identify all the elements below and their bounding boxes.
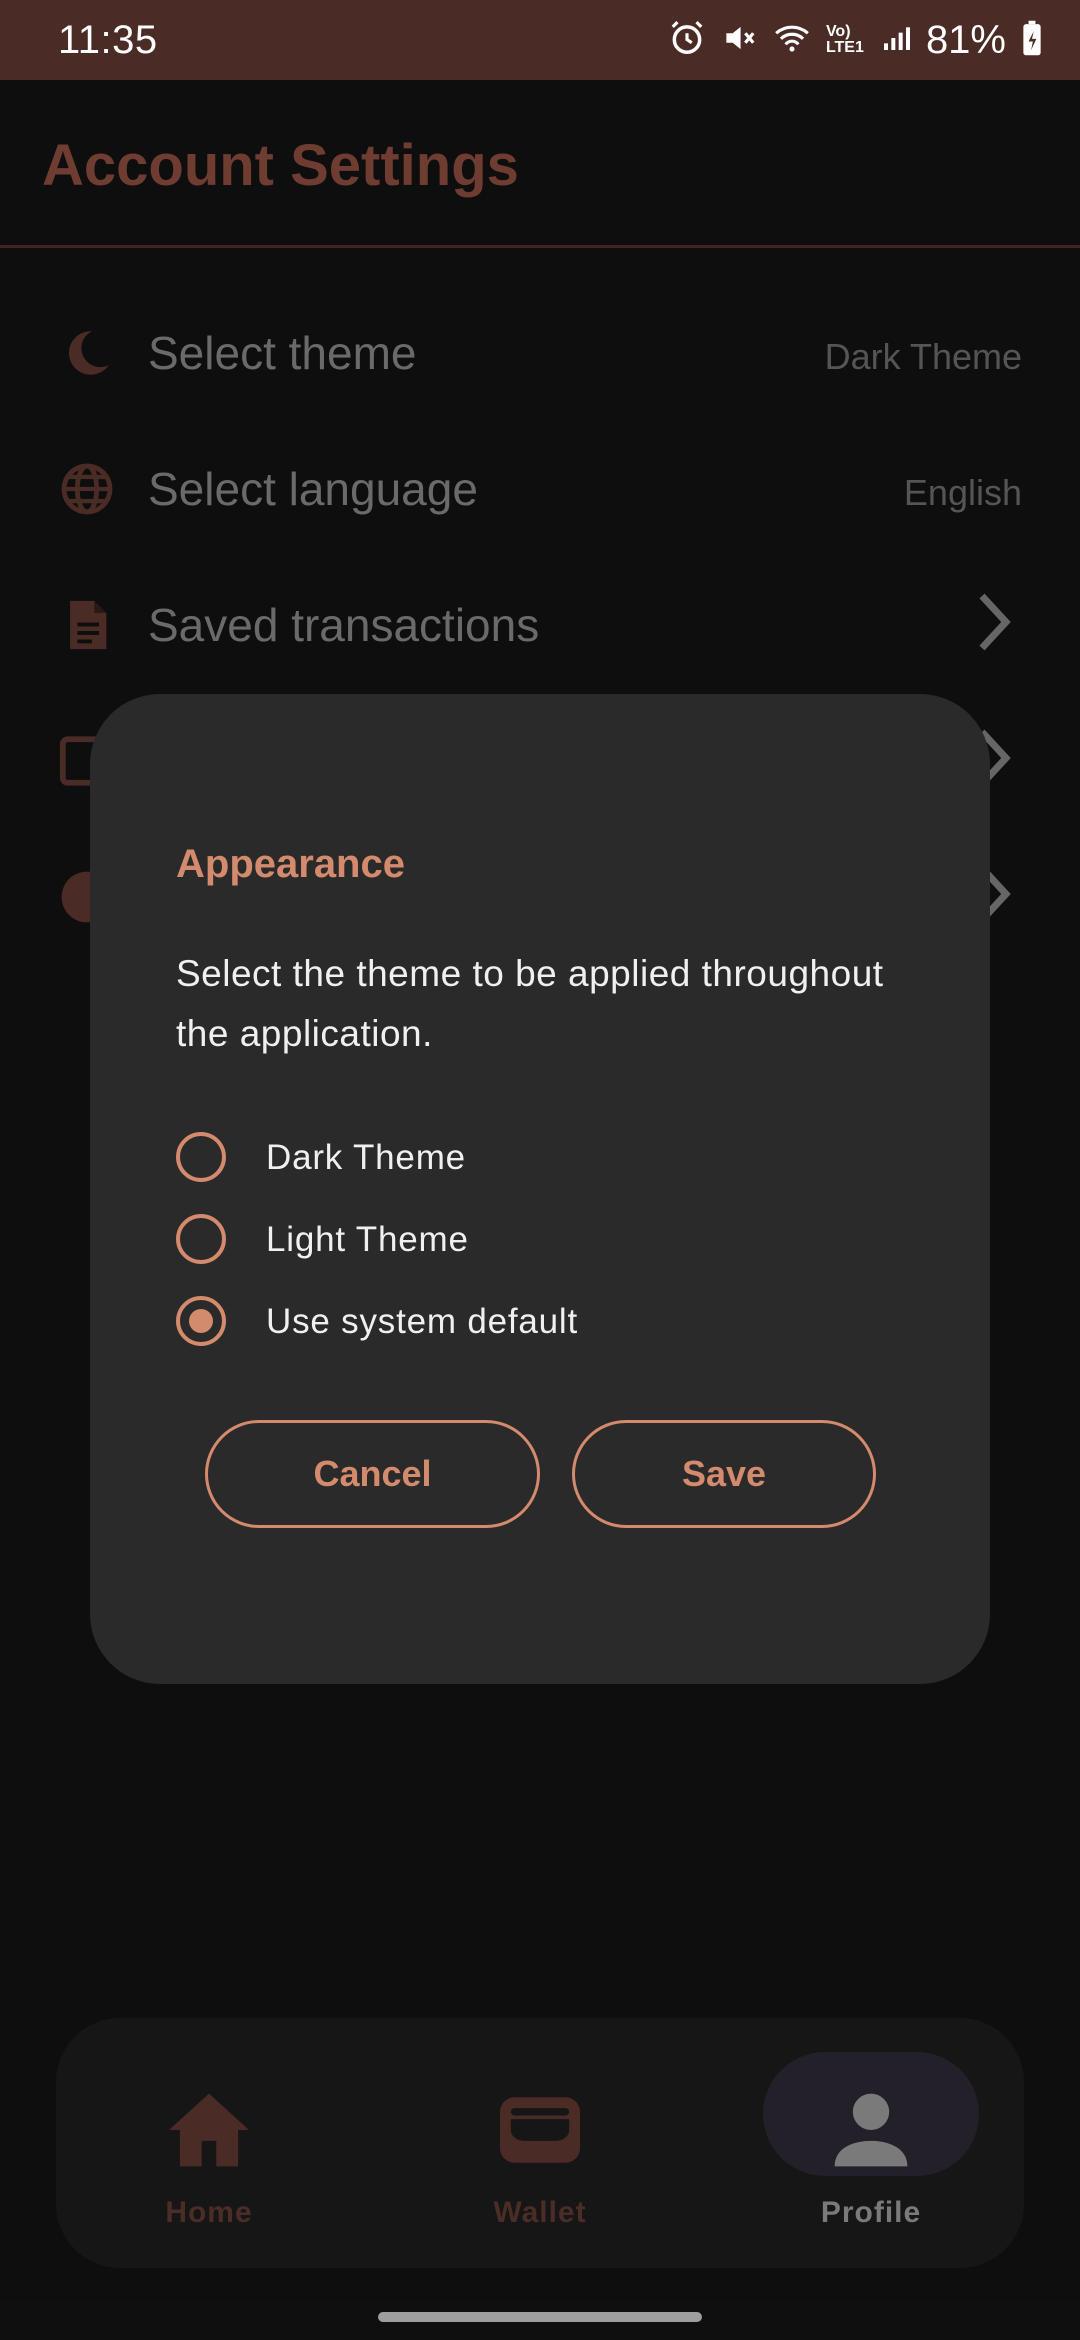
status-bar: 11:35 Vo) LTE1 81% [0,0,1080,80]
settings-item-value: Dark Theme [824,336,1022,377]
nav-label: Wallet [493,2196,587,2229]
home-indicator[interactable] [378,2312,702,2322]
nav-label: Home [165,2196,253,2229]
mute-icon [720,19,758,62]
radio-option-light-theme[interactable]: Light Theme [176,1206,876,1276]
nav-item-home[interactable]: Home [104,2018,314,2268]
settings-item-value: English [903,472,1022,513]
battery-percent: 81% [925,17,1006,62]
radio-button[interactable] [176,1214,226,1264]
radio-button[interactable] [176,1132,226,1182]
settings-item-label: Select theme [148,327,417,379]
document-icon [58,596,116,654]
settings-item-saved-transactions[interactable]: Saved transactions [0,562,1080,682]
chevron-right-icon [974,590,1014,654]
nav-label: Profile [820,2196,922,2229]
radio-button-selected[interactable] [176,1296,226,1346]
settings-item-label: Saved transactions [148,599,540,651]
signal-icon [880,19,912,62]
save-button[interactable]: Save [572,1420,876,1528]
dialog-title: Appearance [176,842,405,886]
status-time: 11:35 [58,18,158,62]
bottom-navigation: Home Wallet Profile [56,2018,1024,2268]
radio-label: Dark Theme [266,1138,466,1177]
battery-icon [1020,19,1044,62]
cancel-button[interactable]: Cancel [205,1420,540,1528]
page-title: Account Settings [42,133,519,198]
radio-label: Light Theme [266,1220,469,1259]
globe-icon [58,460,116,518]
radio-option-dark-theme[interactable]: Dark Theme [176,1124,876,1194]
radio-option-system-default[interactable]: Use system default [176,1288,876,1358]
home-icon [164,2090,254,2170]
moon-icon [58,324,116,382]
status-icons: Vo) LTE1 81% [668,14,1044,66]
settings-item-theme[interactable]: Select theme Dark Theme [0,290,1080,410]
nav-item-wallet[interactable]: Wallet [435,2018,645,2268]
wifi-icon [772,19,812,62]
header-divider [0,245,1080,248]
radio-label: Use system default [266,1302,579,1341]
dialog-message: Select the theme to be applied throughou… [176,953,884,1054]
nav-item-profile[interactable]: Profile [763,2018,979,2268]
alarm-icon [668,19,706,62]
settings-item-label: Select language [148,463,478,515]
person-icon [826,2090,916,2170]
appearance-dialog: Appearance Select the theme to be applie… [90,694,990,1684]
settings-item-language[interactable]: Select language English [0,426,1080,546]
wallet-icon [495,2090,585,2170]
network-label: Vo) LTE1 [825,23,864,56]
